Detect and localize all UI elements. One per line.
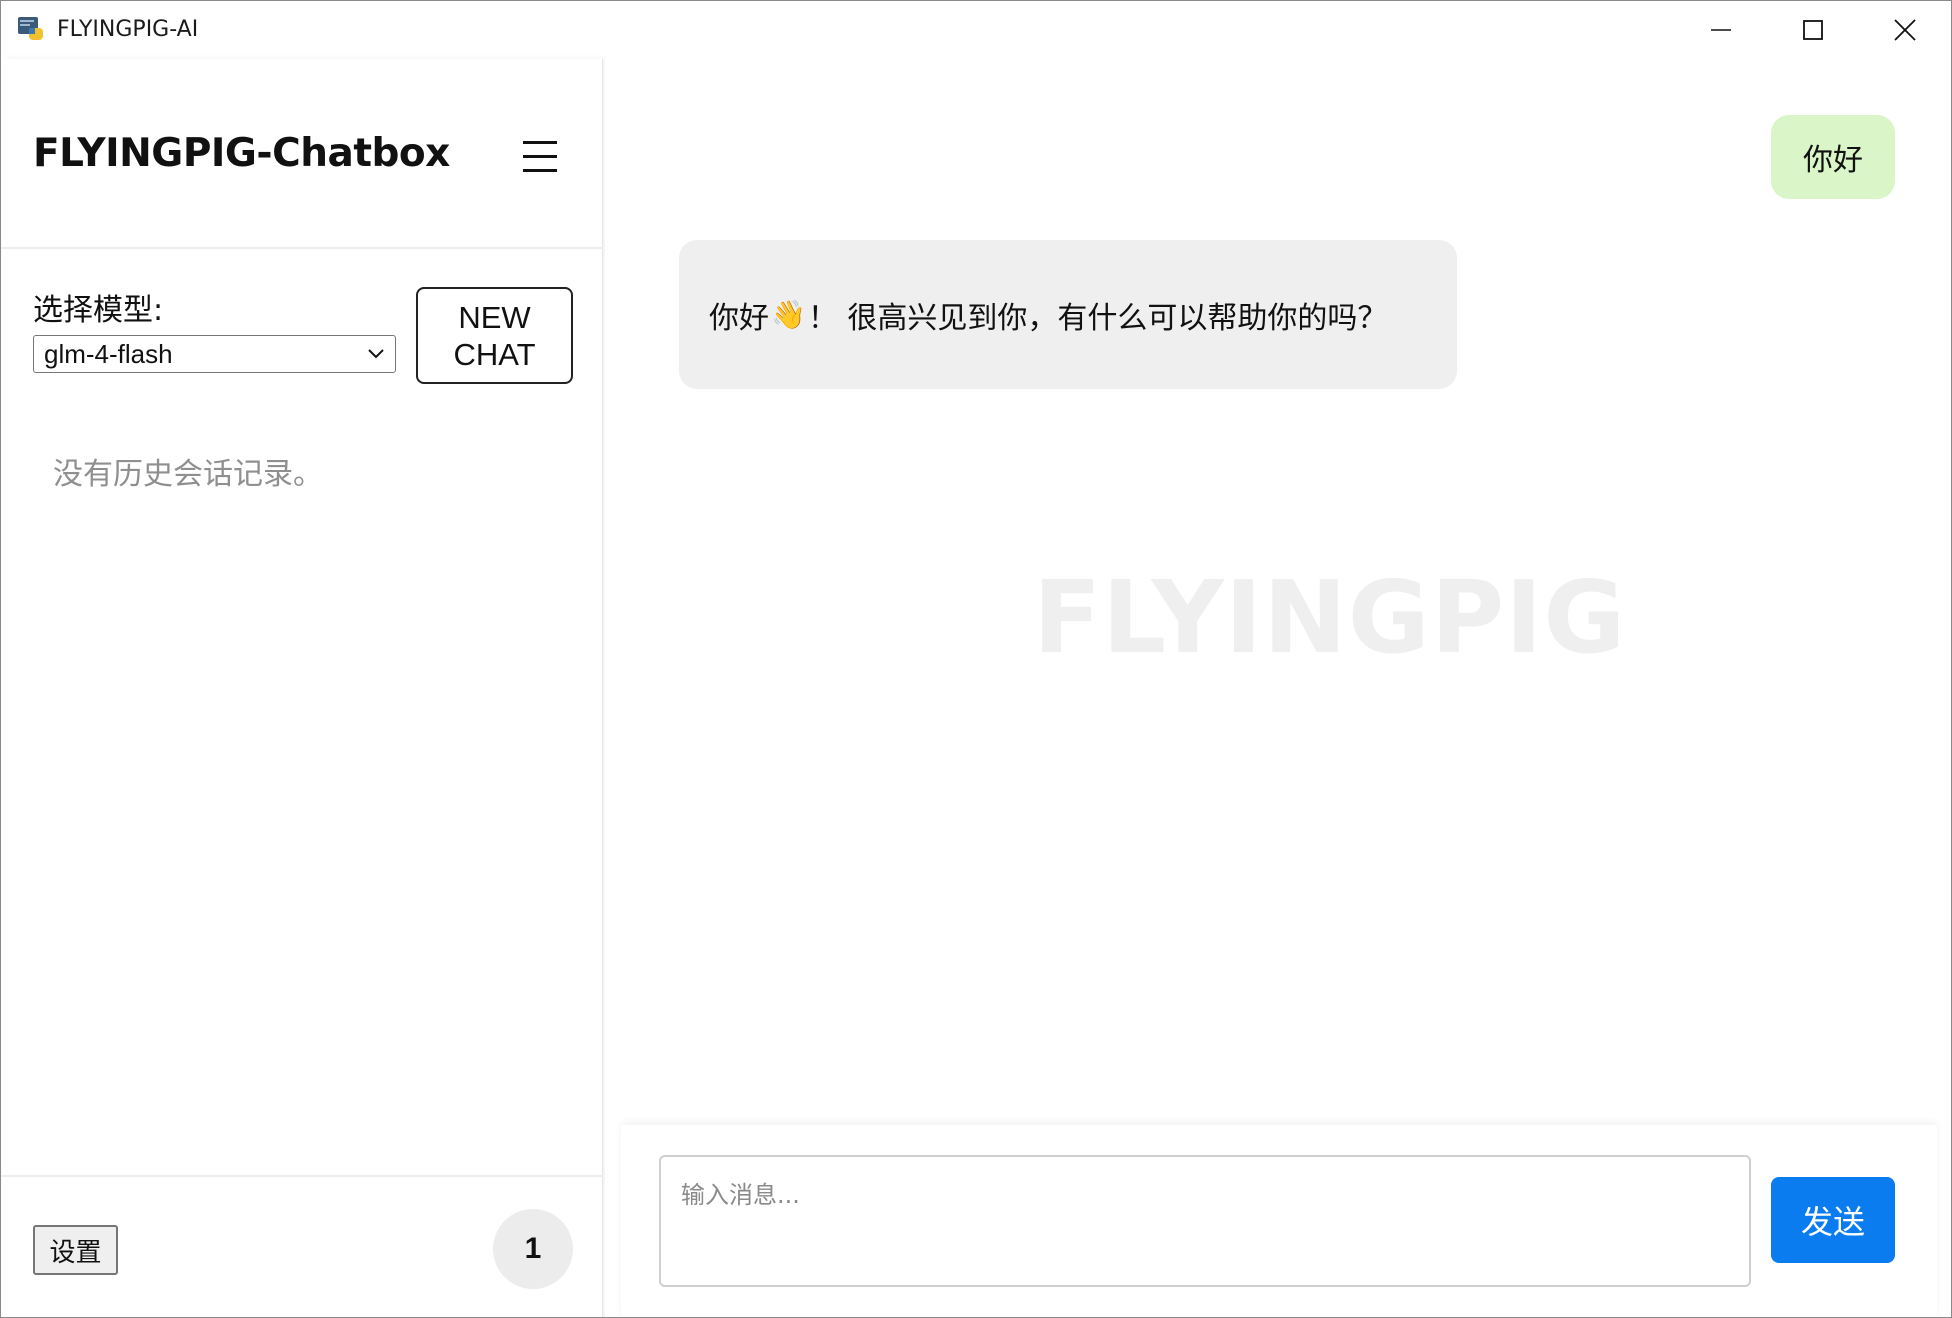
model-select-value: glm-4-flash xyxy=(44,338,173,369)
message-composer: 发送 xyxy=(621,1125,1937,1317)
title-bar: FLYINGPIG-AI xyxy=(1,1,1951,59)
chevron-down-icon xyxy=(368,349,384,359)
user-message-bubble: 你好 xyxy=(1771,115,1895,199)
python-icon xyxy=(17,16,45,44)
send-button[interactable]: 发送 xyxy=(1771,1177,1895,1263)
chat-area: FLYINGPIG 你好 你好👋！ 很高兴见到你，有什么可以帮助你的吗？ 发送 xyxy=(605,59,1951,1317)
sidebar-footer: 设置 1 xyxy=(1,1175,603,1317)
window-title: FLYINGPIG-AI xyxy=(57,17,199,42)
hamburger-menu-icon[interactable] xyxy=(517,133,565,181)
model-select-label: 选择模型: xyxy=(33,293,164,328)
maximize-icon xyxy=(1803,20,1823,40)
user-message-text: 你好 xyxy=(1803,143,1863,178)
watermark: FLYINGPIG xyxy=(1033,559,1627,676)
new-chat-label-line2: CHAT xyxy=(453,337,536,372)
empty-history-text: 没有历史会话记录。 xyxy=(53,457,323,492)
assistant-message-bubble: 你好 👋！ 很高兴见到你，有什么可以帮助你的吗？ xyxy=(679,240,1457,389)
new-chat-button[interactable]: NEW CHAT xyxy=(416,287,573,384)
waving-hand-icon: 👋 xyxy=(771,298,806,331)
close-icon xyxy=(1894,19,1916,41)
close-button[interactable] xyxy=(1859,1,1951,59)
message-input[interactable] xyxy=(659,1155,1751,1287)
sidebar-header: FLYINGPIG-Chatbox xyxy=(1,59,603,249)
brand-title: FLYINGPIG-Chatbox xyxy=(33,131,450,176)
app-window: FLYINGPIG-AI FLYINGPIG-Chatbox 选择模型: glm… xyxy=(0,0,1952,1318)
assistant-message-text-end: ！ 很高兴见到你，有什么可以帮助你的吗？ xyxy=(807,300,1388,336)
count-badge[interactable]: 1 xyxy=(493,1209,573,1289)
sidebar: FLYINGPIG-Chatbox 选择模型: glm-4-flash NEW … xyxy=(1,59,603,1317)
maximize-button[interactable] xyxy=(1767,1,1859,59)
settings-button[interactable]: 设置 xyxy=(33,1225,118,1275)
assistant-message-text-start: 你好 xyxy=(709,300,769,336)
minimize-button[interactable] xyxy=(1675,1,1767,59)
new-chat-label-line1: NEW xyxy=(458,300,531,335)
minimize-icon xyxy=(1711,29,1731,31)
model-select[interactable]: glm-4-flash xyxy=(33,335,396,373)
